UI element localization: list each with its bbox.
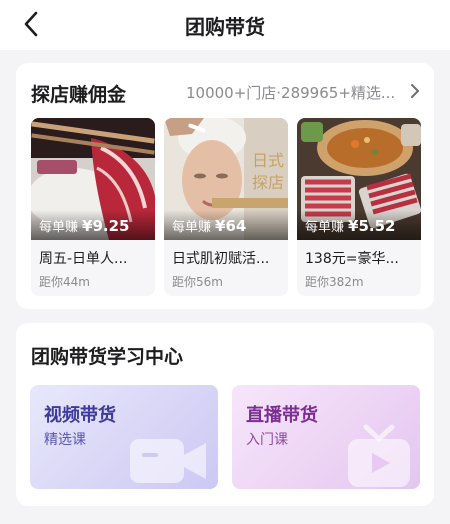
item-name: 日式肌初赋活... <box>172 251 270 267</box>
tile-title: 直播带货 <box>246 405 318 426</box>
shop-item-card[interactable]: 每单赚 ¥9.25 周五-日单人... 距你44m <box>31 118 155 296</box>
section-title: 探店赚佣金 <box>31 84 127 106</box>
learning-center-card: 团购带货学习中心 视频带货 精选课 直播带货 入门课 <box>16 323 434 506</box>
live-tv-icon <box>348 424 410 487</box>
item-name: 138元=豪华... <box>305 251 399 267</box>
item-distance: 距你56m <box>172 275 223 289</box>
tile-subtitle: 精选课 <box>44 432 86 448</box>
facial-treatment-photo: 日式 探店 每单赚 ¥64 <box>164 118 288 240</box>
shop-commission-card: 探店赚佣金 10000+门店·289965+精选... 每单赚 ¥9.25 周五… <box>16 63 434 309</box>
item-distance: 距你382m <box>305 275 364 289</box>
page-title: 团购带货 <box>185 15 265 39</box>
hotpot-photo: 每单赚 ¥5.52 <box>297 118 421 240</box>
commission-label: 每单赚 <box>305 220 345 235</box>
commission-label: 每单赚 <box>39 220 79 235</box>
item-distance: 距你44m <box>39 275 90 289</box>
item-name: 周五-日单人... <box>39 251 128 267</box>
commission-label: 每单赚 <box>172 220 212 235</box>
svg-text:日式: 日式 <box>252 151 284 170</box>
tile-subtitle: 入门课 <box>246 432 288 448</box>
video-camera-icon <box>130 439 206 483</box>
tile-title: 视频带货 <box>44 405 116 426</box>
commission-badge: 每单赚 ¥5.52 <box>297 210 421 240</box>
shop-stats-text[interactable]: 10000+门店·289965+精选... <box>186 82 398 103</box>
commission-amount: ¥5.52 <box>348 217 396 235</box>
top-nav-bar: 团购带货 <box>0 0 450 50</box>
live-course-tile[interactable]: 直播带货 入门课 <box>232 385 420 489</box>
commission-amount: ¥64 <box>215 217 247 235</box>
shop-item-list: 每单赚 ¥9.25 周五-日单人... 距你44m 日式 探店 每单赚 ¥64 … <box>31 118 434 296</box>
commission-amount: ¥9.25 <box>82 217 130 235</box>
section-title: 团购带货学习中心 <box>31 346 184 368</box>
sliced-meat-photo: 每单赚 ¥9.25 <box>31 118 155 240</box>
shop-item-card[interactable]: 每单赚 ¥5.52 138元=豪华... 距你382m <box>297 118 421 296</box>
shop-item-card[interactable]: 日式 探店 每单赚 ¥64 日式肌初赋活... 距你56m <box>164 118 288 296</box>
chevron-right-icon <box>411 84 419 98</box>
commission-badge: 每单赚 ¥64 <box>164 210 288 240</box>
svg-text:探店: 探店 <box>252 173 284 192</box>
commission-badge: 每单赚 ¥9.25 <box>31 210 155 240</box>
see-more-button[interactable] <box>404 80 426 102</box>
video-course-tile[interactable]: 视频带货 精选课 <box>30 385 218 489</box>
